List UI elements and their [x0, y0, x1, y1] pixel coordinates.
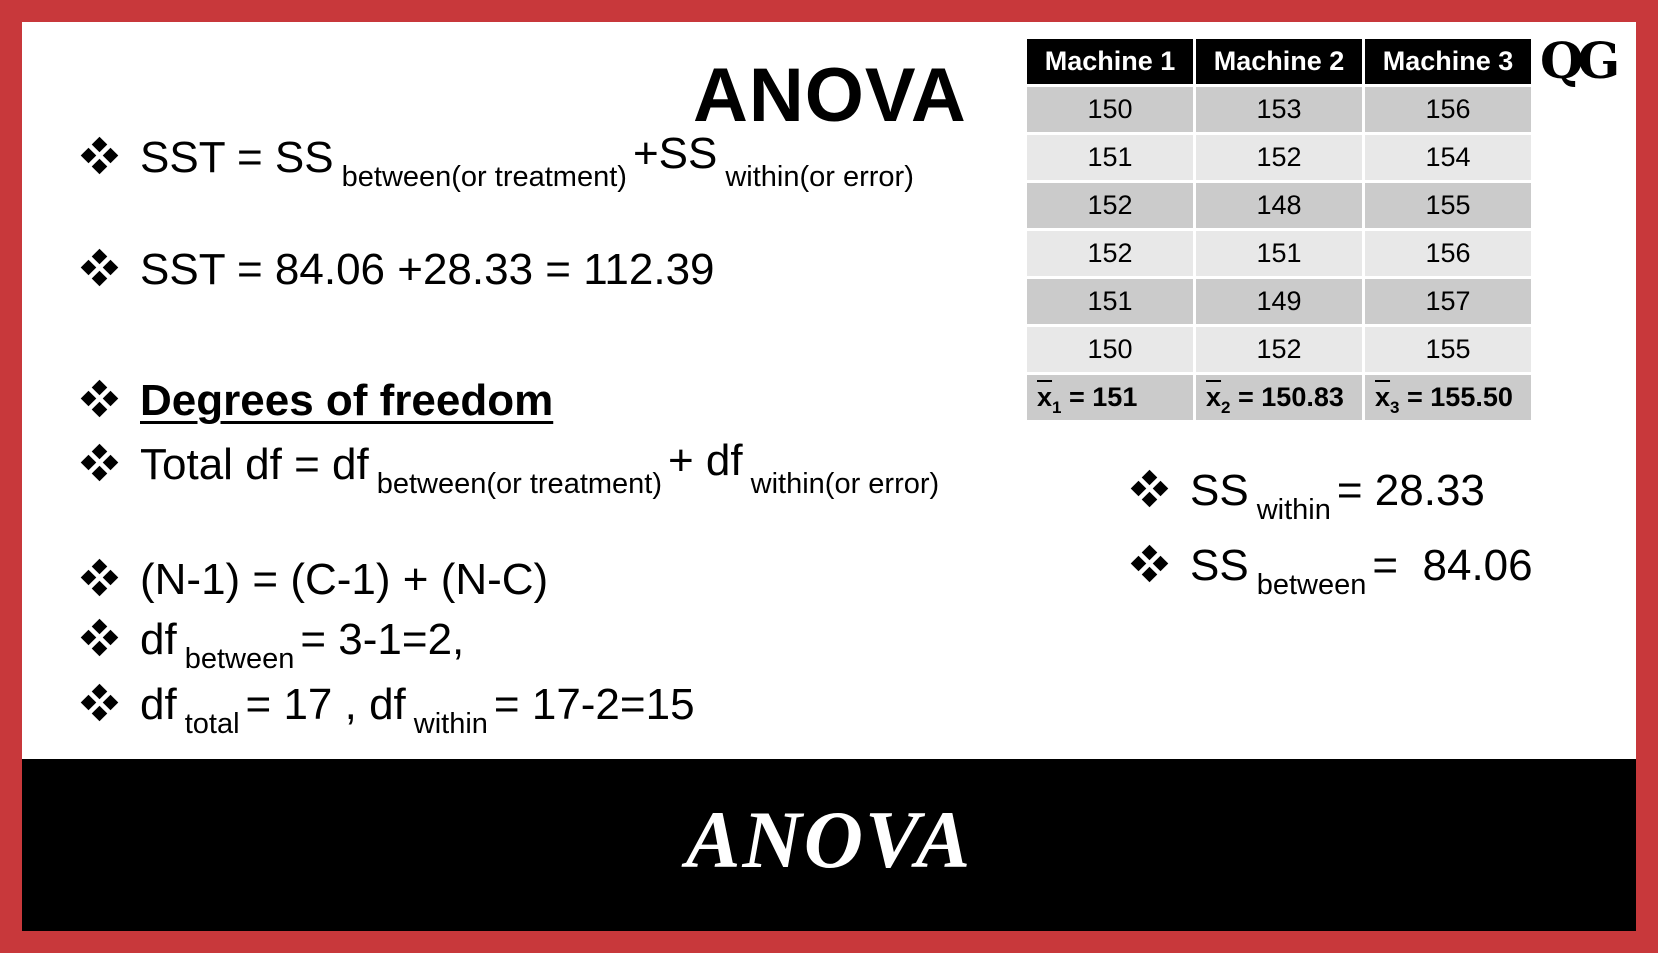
- machine-data-table: Machine 1 Machine 2 Machine 3 150 153 15…: [1024, 36, 1534, 423]
- xbar-symbol: x: [1037, 382, 1053, 412]
- subscript: within: [1256, 494, 1331, 526]
- mean-value: = 150.83: [1238, 382, 1344, 412]
- formula-text: +SS: [632, 129, 718, 178]
- formula-sst-definition: SST = SS between(or treatment) +SS within(o…: [80, 132, 920, 192]
- formula-text: = 3-1=2,: [300, 615, 465, 664]
- mean-cell-machine-2: x2 = 150.83: [1196, 375, 1362, 420]
- formula-text: + df: [668, 436, 743, 485]
- ss-within-value: SS within = 28.33: [1130, 466, 1485, 525]
- table-cell: 148: [1196, 183, 1362, 228]
- section-heading: Degrees of freedom: [140, 376, 554, 425]
- formula-df-relation: (N-1) = (C-1) + (N-C): [80, 555, 549, 604]
- table-cell: 152: [1027, 183, 1193, 228]
- slide: ANOVA SST = SS between(or treatment) +SS wi…: [22, 22, 1636, 931]
- formula-text: SST = SS: [140, 133, 334, 182]
- formula-text: Total df = df: [140, 440, 369, 489]
- diamond-bullet-icon: [80, 443, 119, 482]
- subscript: between(or treatment): [376, 468, 663, 500]
- table-row: 151 152 154: [1027, 135, 1531, 180]
- subscript: between: [1256, 569, 1367, 601]
- table-cell: 157: [1365, 279, 1531, 324]
- table-row: 151 149 157: [1027, 279, 1531, 324]
- mean-value: = 155.50: [1407, 382, 1513, 412]
- subscript: between: [184, 643, 295, 675]
- mean-cell-machine-1: x1 = 151: [1027, 375, 1193, 420]
- table-cell: 151: [1027, 279, 1193, 324]
- formula-df-between: df between = 3-1=2,: [80, 615, 465, 674]
- mean-index: 1: [1052, 398, 1062, 417]
- table-cell: 154: [1365, 135, 1531, 180]
- mean-value: = 151: [1069, 382, 1138, 412]
- diamond-bullet-icon: [80, 558, 119, 597]
- qg-logo: QG: [1540, 31, 1620, 90]
- table-cell: 150: [1027, 327, 1193, 372]
- table-cell: 151: [1027, 135, 1193, 180]
- diamond-bullet-icon: [1130, 469, 1169, 508]
- subscript: within(or error): [750, 468, 940, 500]
- mean-index: 2: [1221, 398, 1231, 417]
- table-cell: 152: [1196, 327, 1362, 372]
- diamond-bullet-icon: [80, 618, 119, 657]
- mean-index: 3: [1390, 398, 1400, 417]
- subscript: within: [413, 708, 488, 740]
- table-cell: 149: [1196, 279, 1362, 324]
- table-row: 150 153 156: [1027, 87, 1531, 132]
- subscript: within(or error): [725, 161, 914, 193]
- diamond-bullet-icon: [80, 248, 119, 287]
- table-cell: 156: [1365, 87, 1531, 132]
- diamond-bullet-icon: [1130, 544, 1169, 583]
- subscript: total: [184, 708, 240, 740]
- heading-degrees-of-freedom: Degrees of freedom: [80, 376, 554, 425]
- diamond-bullet-icon: [80, 136, 119, 175]
- footer-banner: ANOVA: [22, 759, 1636, 931]
- formula-sst-value: SST = 84.06 +28.33 = 112.39: [80, 245, 715, 294]
- diamond-bullet-icon: [80, 683, 119, 722]
- table-cell: 152: [1027, 231, 1193, 276]
- formula-text: (N-1) = (C-1) + (N-C): [140, 555, 549, 604]
- table-cell: 152: [1196, 135, 1362, 180]
- table-header-row: Machine 1 Machine 2 Machine 3: [1027, 39, 1531, 84]
- table-cell: 150: [1027, 87, 1193, 132]
- formula-text: SST = 84.06 +28.33 = 112.39: [140, 245, 715, 294]
- formula-text: = 17 , df: [245, 680, 406, 729]
- formula-text: df: [140, 680, 177, 729]
- formula-text: df: [140, 615, 177, 664]
- table-mean-row: x1 = 151 x2 = 150.83 x3 = 155.50: [1027, 375, 1531, 420]
- formula-text: = 17-2=15: [493, 680, 695, 729]
- diamond-bullet-icon: [80, 379, 119, 418]
- formula-text: SS: [1190, 541, 1249, 590]
- formula-text: SS: [1190, 466, 1249, 515]
- slide-title: ANOVA: [693, 53, 967, 138]
- mean-cell-machine-3: x3 = 155.50: [1365, 375, 1531, 420]
- xbar-symbol: x: [1206, 382, 1222, 412]
- table-cell: 156: [1365, 231, 1531, 276]
- banner-title: ANOVA: [685, 794, 973, 885]
- table-row: 150 152 155: [1027, 327, 1531, 372]
- column-header-machine-3: Machine 3: [1365, 39, 1531, 84]
- column-header-machine-2: Machine 2: [1196, 39, 1362, 84]
- table-cell: 155: [1365, 327, 1531, 372]
- formula-total-df: Total df = df between(or treatment) + df wi…: [80, 439, 945, 499]
- table-row: 152 151 156: [1027, 231, 1531, 276]
- table-cell: 151: [1196, 231, 1362, 276]
- column-header-machine-1: Machine 1: [1027, 39, 1193, 84]
- table-row: 152 148 155: [1027, 183, 1531, 228]
- formula-df-total-within: df total = 17 , df within = 17-2=15: [80, 680, 695, 739]
- formula-text: = 28.33: [1336, 466, 1485, 515]
- subscript: between(or treatment): [341, 161, 627, 193]
- table-cell: 155: [1365, 183, 1531, 228]
- xbar-symbol: x: [1375, 382, 1391, 412]
- ss-between-value: SS between = 84.06: [1130, 541, 1533, 600]
- formula-text: = 84.06: [1372, 541, 1533, 590]
- table-cell: 153: [1196, 87, 1362, 132]
